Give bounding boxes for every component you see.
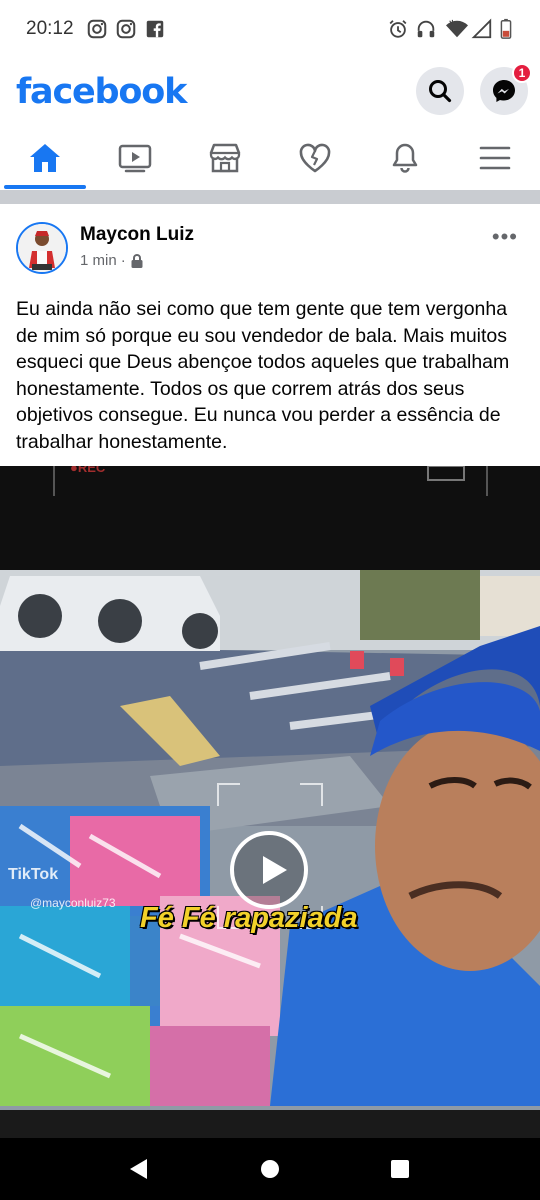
notifications-bell-icon: [392, 143, 418, 173]
tiktok-watermark: TikTok: [8, 866, 59, 883]
video-player[interactable]: TikTok @mayconluiz73 ●REC Fé Fé rapaziad…: [0, 466, 540, 1138]
lock-icon: [131, 253, 143, 268]
facebook-icon: [146, 20, 164, 38]
rec-label: ●REC: [70, 466, 106, 475]
tab-menu[interactable]: [454, 128, 536, 188]
feed-post: Maycon Luiz 1 min · ••• Eu ainda não sei…: [0, 204, 540, 466]
tab-video[interactable]: [94, 128, 176, 188]
wifi-icon: [446, 19, 468, 38]
messenger-icon: [493, 80, 515, 102]
messenger-badge: 1: [512, 63, 532, 83]
search-icon: [429, 80, 452, 103]
post-meta: 1 min ·: [80, 252, 144, 269]
meta-separator: ·: [120, 252, 126, 269]
video-caption: Fé Fé rapaziada: [140, 902, 358, 934]
tab-marketplace[interactable]: [184, 128, 266, 188]
instagram-icon: [87, 19, 107, 39]
headset-icon: [417, 20, 435, 38]
alarm-icon: [389, 20, 407, 38]
tab-notifications[interactable]: [364, 128, 446, 188]
app-header: facebook 1: [0, 58, 540, 128]
facebook-logo[interactable]: facebook: [16, 72, 187, 112]
back-icon[interactable]: [130, 1159, 147, 1179]
video-icon: [118, 144, 152, 173]
play-button[interactable]: [230, 831, 308, 909]
status-bar: 20:12: [0, 0, 540, 58]
avatar[interactable]: [16, 222, 68, 274]
messenger-button[interactable]: 1: [480, 63, 532, 115]
marketplace-icon: [209, 143, 241, 173]
main-nav: [0, 128, 540, 190]
active-tab-indicator: [4, 185, 86, 189]
post-time[interactable]: 1 min: [80, 252, 117, 269]
post-author[interactable]: Maycon Luiz: [80, 224, 194, 246]
post-text: Eu ainda não sei como que tem gente que …: [16, 298, 510, 453]
home-icon: [30, 144, 60, 172]
home-button-icon[interactable]: [261, 1160, 279, 1178]
instagram-icon: [116, 19, 136, 39]
tiktok-handle: @mayconluiz73: [30, 896, 116, 910]
video-frame: [0, 466, 540, 1138]
system-nav-buttons: [130, 1159, 409, 1179]
search-button[interactable]: [416, 67, 464, 115]
menu-icon: [479, 146, 511, 170]
battery-icon: [500, 18, 512, 39]
signal-icon: [471, 18, 492, 39]
tab-home[interactable]: [4, 128, 86, 188]
feed-divider: [0, 190, 540, 204]
dating-heart-icon: [299, 143, 331, 173]
recents-icon[interactable]: [391, 1160, 409, 1178]
tab-dating[interactable]: [274, 128, 356, 188]
post-options-button[interactable]: •••: [492, 224, 518, 250]
profile-picture: [18, 224, 66, 272]
status-time: 20:12: [26, 18, 74, 39]
system-navigation-bar: [0, 1138, 540, 1200]
